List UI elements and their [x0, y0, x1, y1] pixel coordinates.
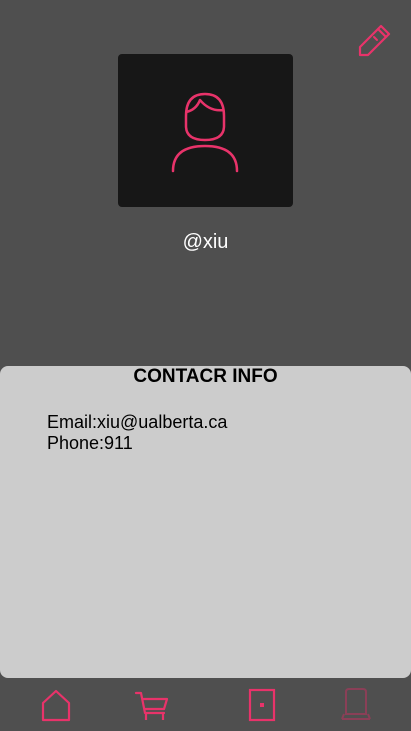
- nav-home-button[interactable]: [38, 687, 74, 723]
- nav-phone-button[interactable]: [338, 687, 374, 723]
- contact-info-card: CONTACR INFO Email:xiu@ualberta.ca Phone…: [0, 366, 411, 678]
- contact-email: Email:xiu@ualberta.ca: [47, 412, 228, 432]
- nav-square-button[interactable]: [244, 687, 280, 723]
- username: @xiu: [182, 231, 229, 253]
- pencil-icon: [358, 24, 391, 57]
- user-icon: [171, 92, 239, 173]
- contact-phone: Phone:911: [47, 433, 133, 453]
- phone-icon: [341, 688, 371, 720]
- home-icon: [41, 689, 71, 722]
- square-icon: [248, 688, 276, 722]
- edit-profile-button[interactable]: [354, 19, 394, 59]
- bottom-nav: [0, 678, 411, 731]
- cart-icon: [134, 691, 169, 720]
- contact-info-title: CONTACR INFO: [133, 366, 278, 387]
- nav-cart-button[interactable]: [134, 687, 170, 723]
- avatar: [118, 54, 293, 207]
